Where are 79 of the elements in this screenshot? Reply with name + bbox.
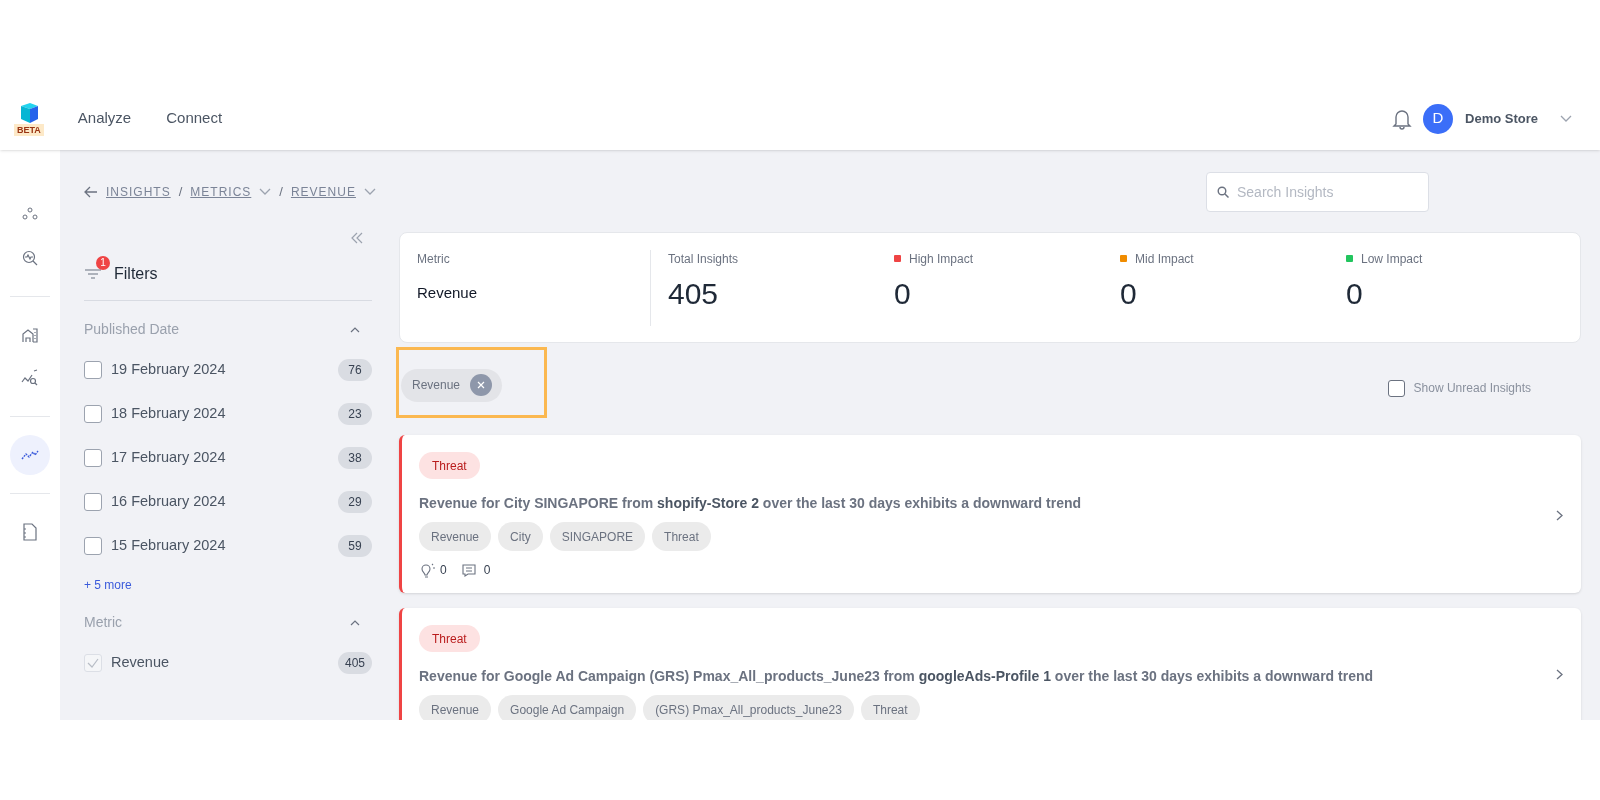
stat-label: Low Impact — [1361, 250, 1423, 268]
store-name[interactable]: Demo Store — [1465, 108, 1538, 129]
insight-title[interactable]: Revenue for City SINGAPORE from shopify-Store 2 over the last 30 days exhibits a downward trend — [419, 493, 1546, 514]
filter-option-label[interactable]: 15 February 2024 — [111, 535, 226, 557]
chevron-right-icon — [1556, 510, 1563, 521]
filter-option-label[interactable]: 16 February 2024 — [111, 491, 226, 513]
count-badge: 59 — [338, 535, 372, 557]
show-more-link[interactable]: + 5 more — [84, 576, 372, 594]
checkbox[interactable] — [84, 493, 102, 511]
stat-value: 0 — [894, 275, 912, 312]
collapse-icon[interactable] — [350, 232, 364, 244]
filter-count-badge: 1 — [96, 256, 110, 270]
stat-value: 0 — [1120, 275, 1138, 312]
count-badge: 29 — [338, 491, 372, 513]
stat-value: 0 — [1346, 275, 1364, 312]
insight-card[interactable]: Threat Revenue for City SINGAPORE from shopify-Store 2 over the last 30 days exhibits a downward trend Revenue City SINGAPORE Threat 0 0 — [399, 435, 1581, 593]
lightbulb-icon — [419, 562, 435, 578]
count-badge: 76 — [338, 359, 372, 381]
insight-chip: SINGAPORE — [549, 522, 646, 551]
document-icon — [21, 523, 39, 541]
chevron-right-icon — [1556, 669, 1563, 680]
search-icon — [1217, 186, 1229, 198]
nav-link[interactable]: Connect — [166, 107, 223, 130]
search-field[interactable]: Search Insights — [1206, 172, 1429, 212]
insight-card[interactable] — [399, 608, 1581, 720]
insight-title[interactable]: Revenue for Google Ad Campaign (GRS) Pmax_All_products_June23 from googleAds-Profile 1 over the last 30 days exhibits a downward trend — [419, 666, 1546, 687]
filters-title: Filters — [114, 264, 158, 284]
checkbox[interactable] — [1387, 379, 1405, 397]
idea-count: 0 — [440, 562, 447, 579]
filter-option-label[interactable]: 18 February 2024 — [111, 403, 226, 425]
stat-value: Revenue — [417, 282, 479, 303]
checkbox[interactable] — [84, 537, 102, 555]
chevron-up-icon[interactable] — [350, 619, 360, 626]
breadcrumb-link[interactable]: INSIGHTS — [106, 183, 171, 201]
breadcrumb-separator: / — [178, 183, 183, 202]
search-chart-icon — [21, 249, 39, 267]
close-icon — [477, 381, 486, 389]
filter-option-label[interactable]: 19 February 2024 — [111, 359, 226, 381]
chip-label: Revenue — [412, 377, 461, 394]
stat-label: Mid Impact — [1135, 250, 1194, 268]
count-badge: 38 — [338, 447, 372, 469]
filter-section-title: Metric — [84, 613, 123, 632]
insight-chip: Threat — [652, 522, 711, 551]
stat-value: 405 — [668, 275, 720, 312]
comment-icon — [461, 563, 476, 577]
chevron-down-icon — [259, 188, 272, 196]
insight-chip: Google Ad Campaign — [498, 695, 637, 720]
threat-tag: Threat — [419, 625, 480, 652]
chevron-down-icon — [363, 188, 376, 196]
stat-label: High Impact — [909, 250, 974, 268]
count-badge: 405 — [338, 652, 372, 674]
chart-search-icon — [21, 369, 39, 387]
stat-label: Total Insights — [668, 250, 739, 268]
checkbox[interactable] — [84, 449, 102, 467]
beta-badge: BETA — [14, 123, 44, 136]
user-avatar[interactable]: D — [1423, 103, 1454, 134]
chevron-up-icon[interactable] — [350, 326, 360, 333]
building-icon — [21, 326, 39, 344]
comment-count: 0 — [483, 562, 491, 579]
stat-label: Metric — [417, 250, 450, 268]
insight-chip: City — [498, 522, 543, 551]
checkbox[interactable] — [84, 361, 102, 379]
back-arrow-icon[interactable] — [84, 186, 98, 198]
filter-option-label[interactable]: 17 February 2024 — [111, 447, 226, 469]
insight-chip: Threat — [860, 695, 920, 720]
checkbox[interactable] — [84, 405, 102, 423]
filter-icon — [84, 267, 102, 281]
threat-tag: Threat — [419, 452, 480, 479]
filter-section-title: Published Date — [84, 320, 179, 339]
count-badge: 23 — [338, 403, 372, 425]
rail-button[interactable] — [10, 435, 50, 475]
chevron-down-icon — [1560, 114, 1572, 123]
insight-chip: (GRS) Pmax_All_products_June23 — [643, 695, 854, 720]
insight-chip: Revenue — [419, 522, 492, 551]
nav-link[interactable]: Analyze — [77, 107, 132, 130]
check-icon — [87, 658, 99, 668]
remove-filter-button[interactable] — [470, 374, 493, 396]
breadcrumb-separator: / — [279, 183, 283, 202]
insight-chip: Revenue — [419, 695, 492, 720]
